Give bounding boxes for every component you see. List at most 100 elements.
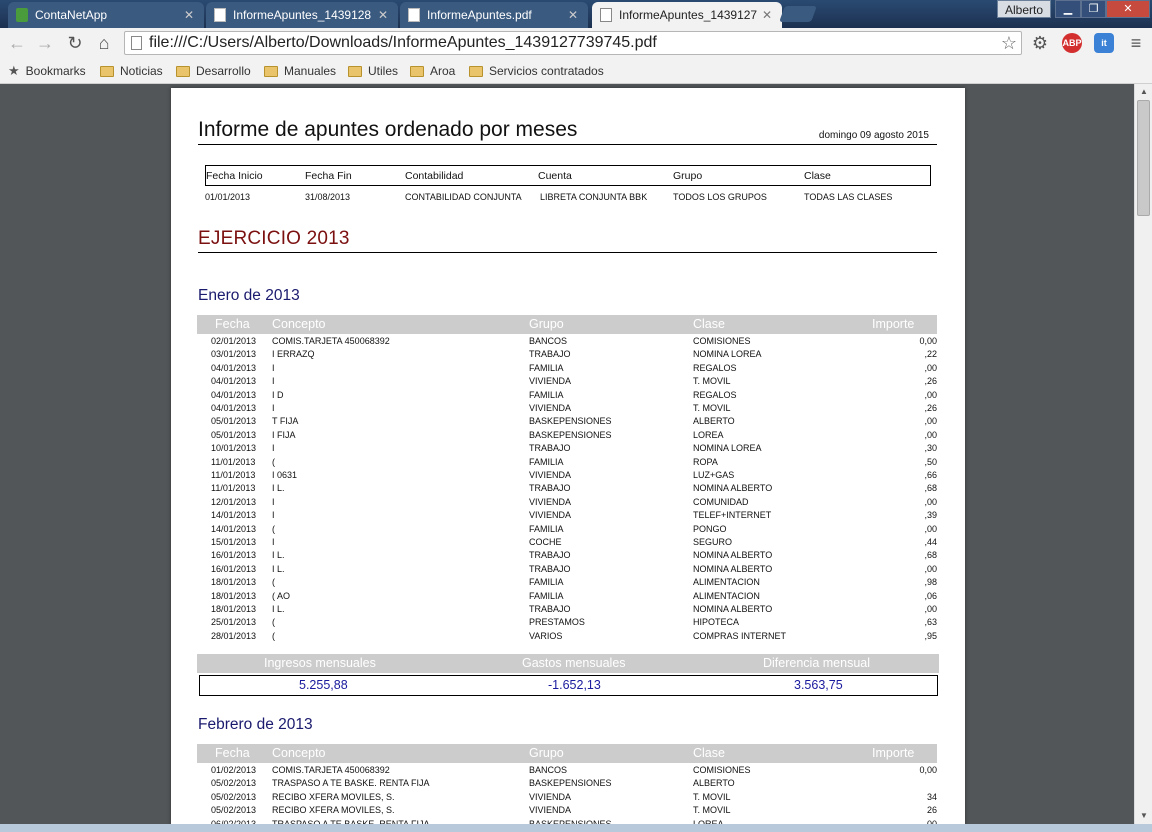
cell-importe: ,66 [924,470,937,480]
close-icon[interactable]: ✕ [376,8,390,22]
cell-fecha: 04/01/2013 [211,362,257,373]
bookmark-desarrollo[interactable]: Desarrollo [176,63,251,79]
cell-importe: ,06 [924,590,937,601]
tab-label: InformeApuntes_1439128 [233,8,372,22]
cell-concepto: ( [272,577,275,588]
forward-arrow-icon[interactable]: → [34,32,56,54]
scrollbar-thumb[interactable] [1137,100,1150,216]
home-icon[interactable]: ⌂ [93,32,115,54]
cell-concepto: I [272,376,275,387]
cell-clase: HIPOTECA [693,617,740,628]
column-header: Clase [693,317,725,331]
column-header: Fecha [215,746,250,760]
param-label: Contabilidad [405,170,464,182]
table-row: 04/01/2013 I VIVIENDA T. MOVIL ,26 [197,375,937,388]
cell-clase: TELEF+INTERNET [693,510,772,521]
table-row: 03/01/2013 I ERRAZQ TRABAJO NOMINA LOREA ,22 [197,348,937,361]
settings-gear-icon[interactable]: ⚙ [1029,32,1051,54]
cell-importe: ,00 [924,496,937,507]
cell-concepto: I [272,537,275,547]
browser-toolbar: ← → ↻ ⌂ ☆ ⚙ ABP it ≡ [0,28,1152,58]
address-bar[interactable]: ☆ [124,31,1022,55]
pdf-viewport[interactable]: Informe de apuntes ordenado por meses do… [0,84,1134,832]
tab-informe-pdf[interactable]: InformeApuntes.pdf ✕ [400,2,588,28]
url-input[interactable] [149,33,989,53]
table-row: 04/01/2013 I D FAMILIA REGALOS ,00 [197,389,937,402]
gastos-value: -1.652,13 [548,678,601,692]
table-row: 18/01/2013 I L. TRABAJO NOMINA ALBERTO ,00 [197,603,937,616]
bookmark-manuales[interactable]: Manuales [264,63,336,79]
column-header: Concepto [272,317,326,331]
scroll-down-icon[interactable]: ▼ [1135,808,1152,824]
cell-clase: LOREA [693,429,724,440]
cell-fecha: 04/01/2013 [211,376,257,387]
bookmark-servicios[interactable]: Servicios contratados [469,63,604,79]
param-label: Cuenta [538,170,572,182]
column-header: Importe [872,317,915,331]
table-row: 18/01/2013 (FAMILIA ALIMENTACION ,98 [197,576,937,589]
window-close-icon[interactable]: ✕ [1106,0,1150,18]
table-row: 11/01/2013 (FAMILIA ROPA ,50 [197,456,937,469]
cell-clase: NOMINA ALBERTO [693,483,773,494]
cell-clase: NOMINA LOREA [693,349,762,360]
it-extension-icon[interactable]: it [1094,33,1114,53]
cell-importe: ,68 [924,483,937,494]
column-header: Grupo [529,746,564,760]
bookmark-label: Servicios contratados [489,64,604,78]
user-profile-button[interactable]: Alberto [997,0,1051,18]
month-heading: Febrero de 2013 [198,716,313,733]
app-icon [16,8,28,22]
tab-contanetapp[interactable]: ContaNetApp ✕ [8,2,204,28]
cell-grupo: TRABAJO [529,604,571,614]
bookmark-utiles[interactable]: Utiles [348,63,398,79]
cell-grupo: VARIOS [529,630,563,641]
table-row: 05/02/2013 RECIBO XFERA MOVILES, S. VIVIEN… [197,804,937,817]
scroll-up-icon[interactable]: ▲ [1135,84,1152,100]
cell-importe: ,98 [924,577,937,588]
close-icon[interactable]: ✕ [566,8,580,22]
cell-concepto: ( [272,456,275,467]
cell-concepto: I L. [272,563,285,574]
cell-clase: ALBERTO [693,778,735,789]
vertical-scrollbar[interactable]: ▲ ▼ [1134,84,1152,824]
bookmark-label: Utiles [368,64,399,78]
minimize-icon[interactable]: ▁ [1055,0,1081,18]
cell-grupo: FAMILIA [529,456,564,467]
cell-fecha: 28/01/2013 [211,630,257,641]
cell-grupo: FAMILIA [529,389,564,400]
cell-clase: ALBERTO [693,416,735,427]
cell-importe: ,30 [924,443,937,454]
tab-label: ContaNetApp [35,8,108,22]
close-icon[interactable]: ✕ [760,8,774,22]
cell-fecha: 18/01/2013 [211,604,257,614]
cell-grupo: COCHE [529,537,562,547]
month-heading: Enero de 2013 [198,287,300,304]
close-icon[interactable]: ✕ [182,8,196,22]
bookmark-star-icon[interactable]: ☆ [1001,32,1017,54]
cell-clase: PONGO [693,523,727,534]
bookmark-aroa[interactable]: Aroa [410,63,455,79]
column-header: Grupo [529,317,564,331]
back-arrow-icon[interactable]: ← [6,32,28,54]
cell-clase: LUZ+GAS [693,470,735,480]
tab-informe-1[interactable]: InformeApuntes_1439128 ✕ [206,2,398,28]
restore-icon[interactable]: ❐ [1081,0,1106,18]
cell-importe: ,00 [924,389,937,400]
table-row: 01/02/2013 COMIS.TARJETA 450068392 BANCOS C… [197,764,937,777]
param-value: 31/08/2013 [305,192,351,202]
table-header: Fecha Concepto Grupo Clase Importe [197,315,937,334]
tab-informe-active[interactable]: InformeApuntes_1439127 ✕ [592,2,782,28]
adblock-extension-icon[interactable]: ABP [1062,33,1082,53]
reload-icon[interactable]: ↻ [64,32,86,54]
cell-grupo: FAMILIA [529,362,564,373]
bookmarks-label[interactable]: ★ Bookmarks [8,63,86,79]
menu-icon[interactable]: ≡ [1125,32,1147,54]
summary-values-box: 5.255,88 -1.652,13 3.563,75 [199,675,938,696]
bookmark-noticias[interactable]: Noticias [100,63,163,79]
cell-concepto: ( AO [272,590,291,601]
new-tab-button[interactable] [779,6,817,22]
cell-concepto: I [272,403,275,413]
cell-grupo: TRABAJO [529,550,571,561]
cell-grupo: FAMILIA [529,577,564,588]
param-label: Fecha Fin [305,170,352,182]
